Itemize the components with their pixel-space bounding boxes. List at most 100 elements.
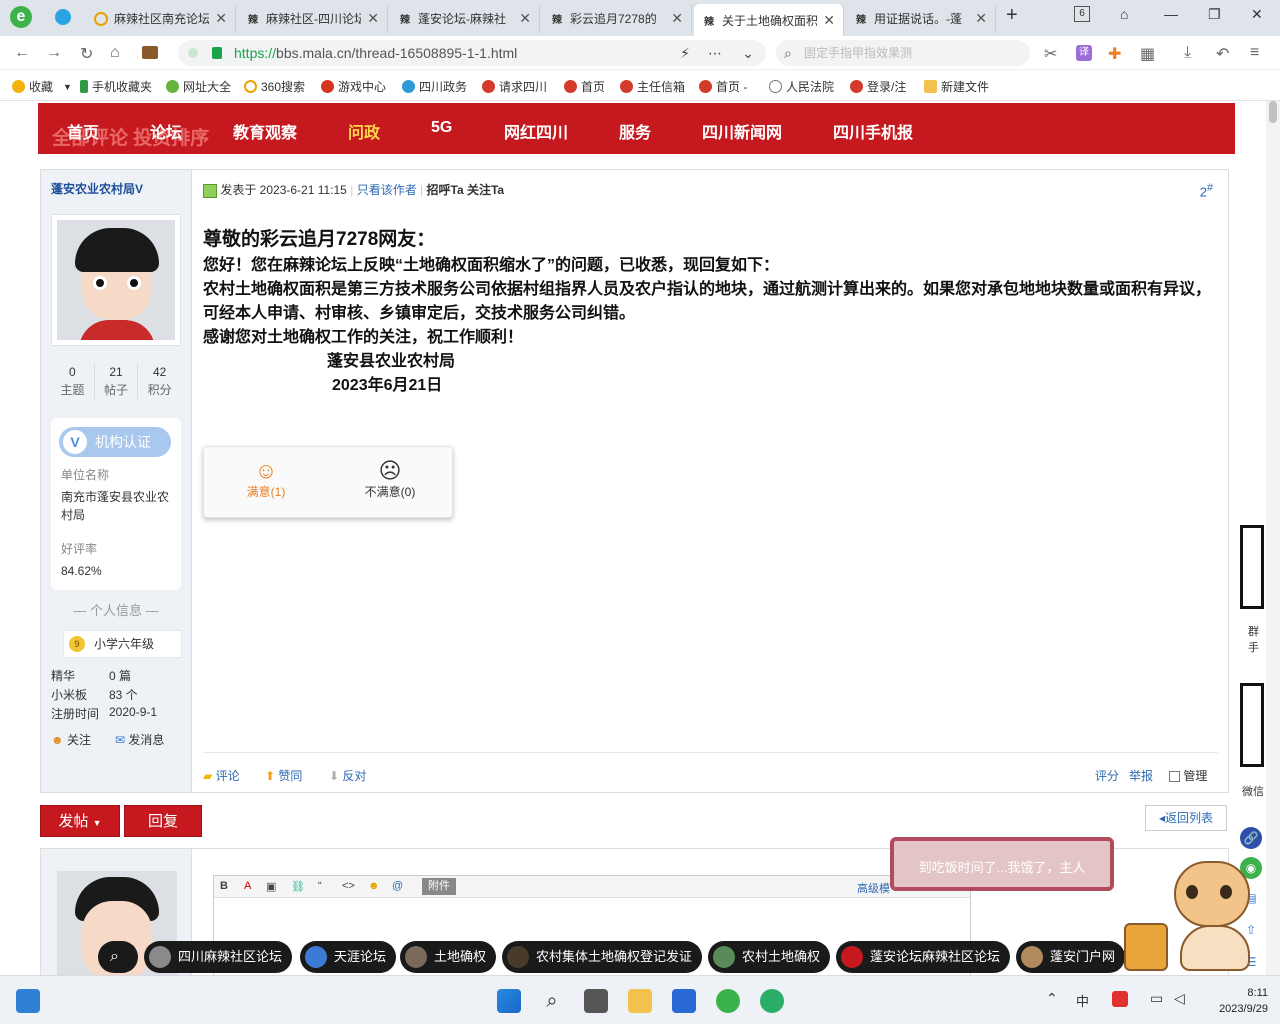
translate-icon[interactable]: 译 — [1076, 45, 1092, 61]
bookmark-favorites[interactable]: 收藏 ▼ — [12, 78, 72, 95]
tab-count-badge[interactable]: 6 — [1074, 6, 1090, 22]
download-icon[interactable]: ⤓ — [1184, 44, 1191, 62]
related-search-item[interactable]: 蓬安论坛麻辣社区论坛 — [836, 941, 1011, 973]
qr-code-icon[interactable] — [1240, 683, 1264, 767]
apps-icon[interactable]: ▦ — [1140, 44, 1155, 64]
tray-chevron-up-icon[interactable]: ⌃ — [1046, 990, 1058, 1007]
upvote-button[interactable]: ⬆ 赞同 — [265, 767, 302, 784]
follow-button[interactable]: ☻ 关注 — [51, 731, 91, 748]
nav-forum[interactable]: 论坛 — [150, 119, 182, 143]
scrollbar-thumb[interactable] — [1269, 101, 1277, 123]
menu-icon[interactable]: ≡ — [1250, 44, 1259, 62]
nav-wenzheng[interactable]: 问政 — [348, 119, 380, 143]
nav-news[interactable]: 四川新闻网 — [702, 119, 782, 143]
game-icon[interactable]: ✚ — [1108, 44, 1121, 64]
system-clock[interactable]: 8:11 2023/9/29 — [1198, 985, 1268, 1017]
desktop-pet-cat[interactable] — [1120, 857, 1266, 975]
telegram-icon[interactable] — [55, 9, 71, 25]
undo-icon[interactable]: ↶ — [1216, 44, 1229, 64]
avatar[interactable] — [51, 214, 181, 346]
bookmark-item[interactable]: 手机收藏夹 — [80, 78, 152, 95]
shirt-icon[interactable]: ⌂ — [1120, 6, 1128, 22]
home-icon[interactable]: ⌂ — [110, 44, 120, 62]
nav-education[interactable]: 教育观察 — [233, 119, 297, 143]
stat-points[interactable]: 42 积分 — [138, 363, 181, 399]
close-icon[interactable]: ✕ — [671, 10, 683, 27]
stat-posts[interactable]: 21 帖子 — [95, 363, 139, 399]
new-tab-button[interactable]: + — [1006, 4, 1018, 27]
browser-tab[interactable]: 辣蓬安论坛-麻辣社 ✕ — [390, 4, 540, 33]
satisfied-button[interactable]: ☺ 满意(1) — [216, 459, 316, 500]
widgets-icon[interactable] — [16, 989, 40, 1013]
start-icon[interactable] — [497, 989, 521, 1013]
volume-icon[interactable]: ◁ — [1174, 990, 1185, 1007]
related-search-item[interactable]: 农村土地确权 — [708, 941, 831, 973]
image-icon[interactable]: ▣ — [266, 880, 276, 893]
address-bar[interactable]: https://bbs.mala.cn/thread-16508895-1-1.… — [178, 40, 766, 66]
related-search-item[interactable]: 天涯论坛 — [300, 941, 397, 973]
maximize-icon[interactable]: ❐ — [1208, 6, 1221, 23]
bold-icon[interactable]: B — [220, 880, 228, 892]
back-icon[interactable]: ← — [14, 44, 30, 62]
related-search-item[interactable]: 农村集体土地确权登记发证 — [502, 941, 703, 973]
briefcase-icon[interactable] — [142, 46, 158, 59]
org-verify-badge[interactable]: V 机构认证 — [59, 427, 171, 457]
emoji-icon[interactable]: ☻ — [368, 880, 380, 892]
ime-indicator[interactable]: 中 — [1076, 991, 1089, 1010]
code-icon[interactable]: <> — [342, 880, 355, 892]
chevron-down-icon[interactable]: ⌄ — [742, 40, 754, 66]
close-icon[interactable]: ✕ — [823, 12, 835, 29]
browser-logo-icon[interactable]: e — [10, 6, 32, 28]
mention-icon[interactable]: @ — [392, 880, 403, 892]
link-icon[interactable]: 🔗 — [1240, 827, 1262, 849]
nav-5g[interactable]: 5G — [431, 119, 452, 137]
attachment-button[interactable]: 附件 — [422, 878, 456, 895]
lightning-icon[interactable]: ⚡ — [680, 40, 690, 66]
page-scrollbar[interactable] — [1266, 101, 1280, 975]
only-author-link[interactable]: 只看该作者 — [357, 183, 417, 197]
close-icon[interactable]: ✕ — [975, 10, 987, 27]
user-grade[interactable]: 9 小学六年级 — [63, 630, 182, 658]
forward-icon[interactable]: → — [46, 44, 62, 62]
reload-icon[interactable]: ↻ — [80, 44, 93, 64]
wechat-taskbar-icon[interactable] — [760, 989, 784, 1013]
related-search-item[interactable]: 土地确权 — [400, 941, 497, 973]
sougou-icon[interactable] — [1112, 991, 1128, 1007]
oppose-button[interactable]: ⬇ 反对 — [329, 767, 366, 784]
browser-tab-active[interactable]: 辣关于土地确权面积 ✕ — [694, 4, 844, 36]
bookmark-item[interactable]: 游戏中心 — [321, 78, 386, 95]
nav-mobile[interactable]: 四川手机报 — [833, 119, 913, 143]
related-search-item[interactable]: 蓬安门户网 — [1016, 941, 1126, 973]
scissors-icon[interactable]: ✂ — [1044, 44, 1057, 64]
browser-tab[interactable]: 辣麻辣社区-四川论坛 ✕ — [238, 4, 388, 33]
search-icon[interactable]: ⌕ — [540, 989, 564, 1013]
nav-home[interactable]: 首页 — [67, 119, 99, 143]
bookmark-item[interactable]: 四川政务 — [402, 78, 467, 95]
floor-number[interactable]: 2# — [1200, 182, 1213, 199]
browser-tab[interactable]: 辣彩云追月7278的 ✕ — [542, 4, 692, 33]
author-name[interactable]: 蓬安农业农村局V — [51, 180, 143, 197]
task-view-icon[interactable] — [584, 989, 608, 1013]
reply-button[interactable]: 回复 — [124, 805, 202, 837]
manage-checkbox[interactable]: 管理 — [1169, 767, 1207, 784]
browser-taskbar-icon[interactable] — [716, 989, 740, 1013]
bookmark-item[interactable]: 登录/注 — [850, 78, 906, 95]
pet-speech-bubble[interactable]: 到吃饭时间了...我饿了，主人 — [890, 837, 1114, 891]
bookmark-item[interactable]: 请求四川 — [482, 78, 547, 95]
browser-tab[interactable]: 麻辣社区南充论坛 ✕ — [86, 4, 236, 33]
report-link[interactable]: 举报 — [1129, 767, 1153, 784]
quote-icon[interactable]: “ — [318, 880, 322, 892]
comment-button[interactable]: ▰ 评论 — [203, 767, 240, 784]
stat-topics[interactable]: 0 主题 — [51, 363, 95, 399]
close-icon[interactable]: ✕ — [519, 10, 531, 27]
window-close-icon[interactable]: ✕ — [1251, 6, 1263, 23]
browser-tab[interactable]: 辣用证据说话。-蓬 ✕ — [846, 4, 996, 33]
minimize-icon[interactable]: — — [1164, 6, 1178, 22]
search-input[interactable]: ⌕ 固定手指甲指效果测 — [776, 40, 1030, 66]
back-to-list-button[interactable]: ◂返回列表 — [1145, 805, 1227, 831]
link-icon[interactable]: ⛓ — [291, 880, 305, 893]
greet-link[interactable]: 招呼Ta — [427, 183, 464, 197]
bookmark-folder[interactable]: 新建文件 — [924, 78, 989, 95]
new-post-button[interactable]: 发帖 ▼ — [40, 805, 120, 837]
send-message-button[interactable]: ✉ 发消息 — [115, 731, 164, 748]
